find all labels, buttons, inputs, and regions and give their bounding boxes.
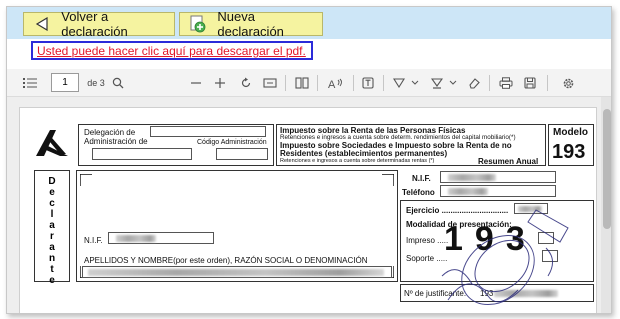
nif-label: N.I.F. (84, 236, 103, 245)
page-view-icon[interactable] (293, 74, 311, 92)
highlight-icon[interactable] (429, 74, 445, 92)
declarante-letter: c (49, 198, 55, 209)
draw-filter-icon[interactable] (391, 74, 407, 92)
rotate-icon[interactable] (237, 74, 255, 92)
modelo-label: Modelo (553, 127, 588, 138)
fit-width-icon[interactable] (261, 74, 279, 92)
nif-redacted (116, 235, 156, 242)
toolbar-separator (317, 75, 318, 91)
pdf-viewer: 1 de 3 A Delegación de Administración de… (7, 69, 611, 313)
print-icon[interactable] (497, 74, 515, 92)
tax-agency-logo-icon (36, 130, 68, 156)
vertical-scrollbar[interactable] (601, 97, 611, 313)
toolbar-separator (383, 75, 384, 91)
zoom-in-icon[interactable] (211, 74, 229, 92)
chevron-down-icon[interactable] (447, 74, 459, 92)
download-pdf-link[interactable]: Usted puede hacer clic aquí para descarg… (31, 41, 313, 60)
declarante-letter: a (49, 242, 55, 253)
zoom-out-icon[interactable] (187, 74, 205, 92)
back-arrow-icon (32, 15, 51, 33)
declarante-letter: e (49, 187, 55, 198)
save-icon[interactable] (521, 74, 539, 92)
svg-text:A: A (328, 79, 336, 89)
apellidos-label: APELLIDOS Y NOMBRE(por este orden), RAZÓ… (84, 256, 368, 265)
chevron-down-icon[interactable] (409, 74, 421, 92)
apellidos-redacted (88, 269, 384, 276)
toolbar-separator (353, 75, 354, 91)
page-number-input[interactable]: 1 (51, 73, 79, 92)
codigo-administracion-label: Código Administración (197, 139, 267, 146)
modelo-number: 193 (552, 141, 586, 163)
sidebar-toggle-icon[interactable] (21, 74, 39, 92)
declarante-letter: r (50, 231, 54, 242)
stamp-mark (441, 209, 569, 305)
impuesto-subtitle-2: Retenciones e ingresos a cuenta sobre de… (280, 158, 435, 164)
nif-right-redacted (448, 174, 496, 181)
nif-label-right: N.I.F. (412, 174, 431, 183)
toolbar-separator (547, 75, 548, 91)
application-frame: Volver a declaración Nueva declaración U… (6, 6, 612, 314)
toolbar-separator (285, 75, 286, 91)
eraser-icon[interactable] (465, 74, 483, 92)
telefono-redacted (448, 188, 488, 195)
back-button-label: Volver a declaración (61, 9, 128, 39)
toolbar-separator (489, 75, 490, 91)
top-bar: Volver a declaración Nueva declaración (7, 7, 611, 39)
declarante-letter: n (48, 253, 56, 264)
new-document-icon (188, 15, 207, 33)
page-total: de 3 (87, 78, 105, 88)
new-declaration-button[interactable]: Nueva declaración (179, 9, 323, 39)
declarante-letter: t (50, 264, 54, 275)
delegacion-label: Delegación de (84, 128, 136, 137)
impuesto-title-3: Residentes (establecimientos permanentes… (280, 149, 448, 158)
resumen-anual-label: Resumen Anual (478, 157, 539, 166)
impuesto-subtitle-1: Retenciones e ingresos a cuenta sobre de… (280, 134, 516, 141)
declarante-letter: e (49, 275, 55, 286)
new-button-label: Nueva declaración (217, 9, 284, 39)
text-box-icon[interactable] (359, 74, 377, 92)
declarante-letter: D (48, 176, 56, 187)
declarante-letter: l (50, 209, 54, 220)
search-icon[interactable] (109, 74, 127, 92)
scrollbar-thumb[interactable] (603, 109, 611, 229)
declarante-vertical-label: Declarante (45, 176, 59, 286)
declarante-letter: a (49, 220, 55, 231)
gear-icon[interactable] (559, 74, 577, 92)
pdf-page: Delegación de Administración de Código A… (19, 107, 597, 313)
administracion-label: Administración de (84, 137, 148, 146)
delegacion-field (150, 126, 266, 137)
administracion-field (92, 148, 192, 160)
back-to-declaration-button[interactable]: Volver a declaración (23, 9, 175, 39)
pdf-toolbar: 1 de 3 A (7, 69, 611, 97)
logo-area (24, 124, 74, 160)
telefono-label: Teléfono (402, 188, 435, 197)
read-aloud-icon[interactable]: A (325, 74, 347, 92)
codigo-administracion-field (216, 148, 268, 160)
